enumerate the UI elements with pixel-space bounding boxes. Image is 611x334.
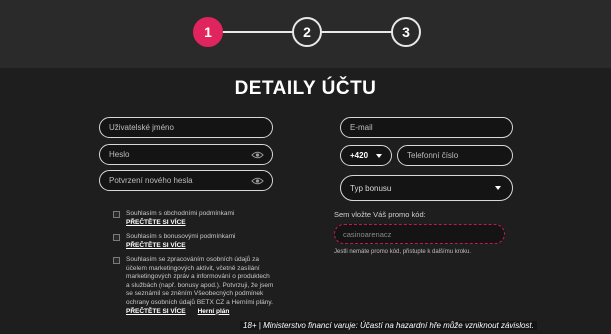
password-input[interactable]: Heslo — [99, 144, 273, 165]
phone-prefix-select[interactable]: +420 — [340, 145, 392, 166]
gambling-disclaimer: 18+ | Ministerstvo financí varuje: Účast… — [240, 321, 537, 330]
eye-icon[interactable] — [251, 176, 264, 186]
terms-checkbox[interactable] — [113, 211, 120, 218]
marketing-checkbox[interactable] — [113, 257, 120, 264]
marketing-consent-line: účelem marketingových aktivit, včetně za… — [126, 264, 260, 272]
password-confirm-placeholder: Potvrzení nového hesla — [109, 176, 193, 185]
bonus-consent: Souhlasím s bonusovými podmínkami PŘEČTĚ… — [113, 233, 235, 249]
username-placeholder: Uživatelské jméno — [109, 123, 174, 132]
step-connector — [321, 31, 393, 33]
password-placeholder: Heslo — [109, 150, 130, 159]
marketing-consent-line: marketingových zpráv a informování o pro… — [126, 273, 270, 281]
password-confirm-input[interactable]: Potvrzení nového hesla — [99, 170, 273, 191]
promo-code-input[interactable]: casinoarenacz — [334, 224, 505, 244]
step-connector — [222, 31, 294, 33]
phone-input[interactable]: Telefonní číslo — [397, 145, 513, 166]
bonus-consent-label: Souhlasím s bonusovými podmínkami — [126, 233, 236, 240]
terms-consent-label: Souhlasím s obchodními podmínkami — [126, 210, 235, 217]
username-input[interactable]: Uživatelské jméno — [99, 117, 273, 138]
phone-prefix-value: +420 — [350, 151, 369, 160]
email-input[interactable]: E-mail — [340, 117, 513, 138]
registration-stepper: 1 2 3 — [0, 0, 611, 68]
email-placeholder: E-mail — [350, 123, 373, 132]
marketing-consent-line: Souhlasím se zpracováním osobních údajů … — [126, 256, 259, 263]
promo-code-label: Sem vložte Váš promo kód: — [334, 210, 426, 219]
step-1[interactable]: 1 — [193, 17, 223, 47]
phone-placeholder: Telefonní číslo — [407, 151, 459, 160]
eye-icon[interactable] — [251, 150, 264, 160]
promo-code-note: Jestli nemáte promo kód, přistupte k dal… — [334, 249, 472, 255]
step-3[interactable]: 3 — [391, 17, 421, 47]
marketing-read-more-link[interactable]: PŘEČTĚTE SI VÍCE — [126, 308, 186, 315]
marketing-consent-line: se seznámil se zněním Všeobecných podmín… — [126, 290, 264, 298]
marketing-consent-line: ochrany osobních údajů BETX CZ a Herními… — [126, 298, 273, 306]
step-2[interactable]: 2 — [292, 17, 322, 47]
terms-read-more-link[interactable]: PŘEČTĚTE SI VÍCE — [126, 219, 234, 226]
game-plan-link[interactable]: Herní plán — [198, 308, 230, 315]
bonus-checkbox[interactable] — [113, 234, 120, 241]
marketing-consent: Souhlasím se zpracováním osobních údajů … — [113, 256, 273, 315]
bonus-type-placeholder: Typ bonusu — [350, 183, 392, 193]
chevron-down-icon — [376, 154, 382, 158]
terms-consent: Souhlasím s obchodními podmínkami PŘEČTĚ… — [113, 210, 234, 226]
page-title: DETAILY ÚČTU — [234, 78, 377, 99]
bonus-read-more-link[interactable]: PŘEČTĚTE SI VÍCE — [126, 242, 235, 249]
account-details-section: DETAILY ÚČTU Uživatelské jméno Heslo Pot… — [0, 68, 611, 334]
bonus-type-select[interactable]: Typ bonusu — [340, 175, 513, 201]
promo-code-value: casinoarenacz — [343, 229, 392, 239]
marketing-consent-line: a službách (např. bonusy apod.). Potvrzu… — [126, 281, 274, 289]
chevron-down-icon — [495, 186, 501, 190]
